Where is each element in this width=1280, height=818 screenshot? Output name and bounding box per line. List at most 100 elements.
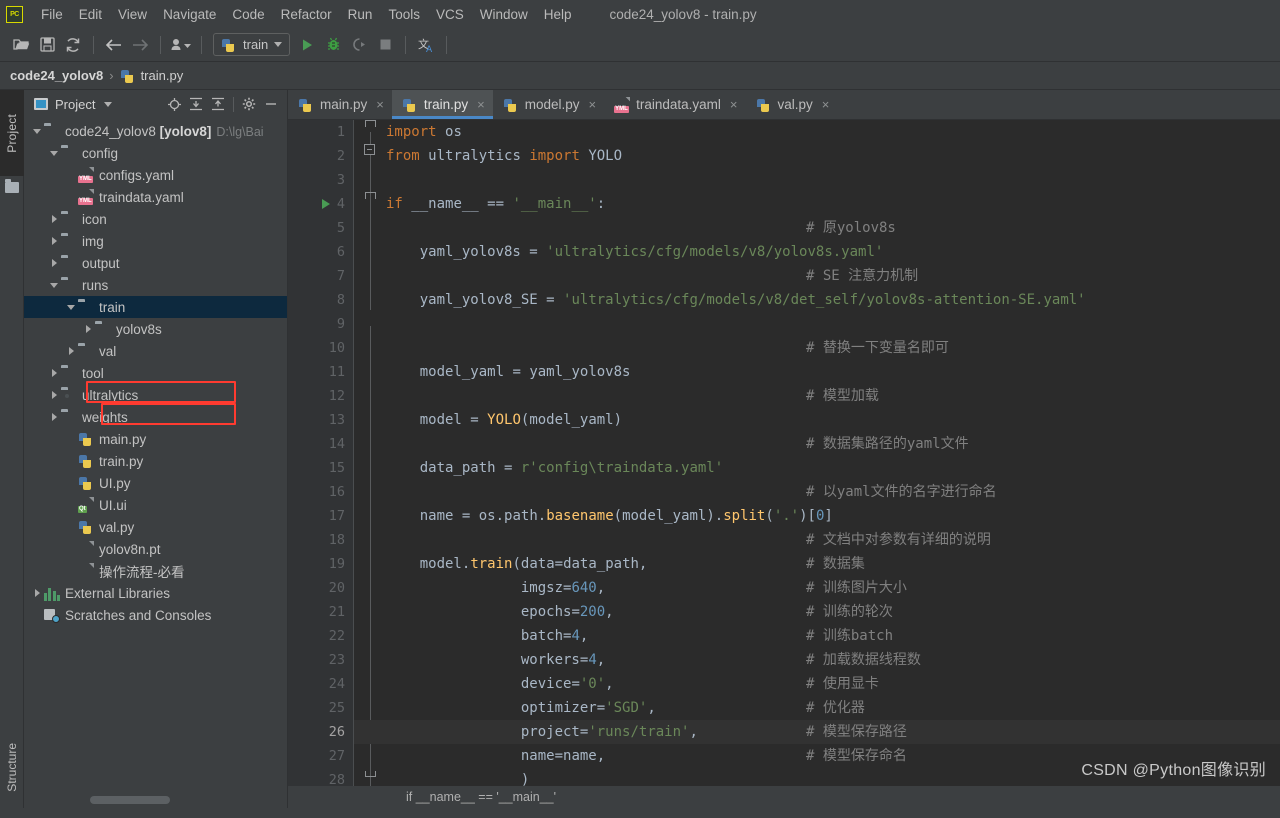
run-coverage-icon[interactable] xyxy=(346,33,372,57)
menu-item-code[interactable]: Code xyxy=(224,4,272,25)
locate-target-icon[interactable] xyxy=(164,94,184,114)
gutter-line-15[interactable]: 15 xyxy=(288,456,353,480)
close-icon[interactable]: × xyxy=(477,97,485,112)
tree-row-tool[interactable]: tool xyxy=(24,362,287,384)
menu-item-run[interactable]: Run xyxy=(340,4,381,25)
editor-gutter[interactable]: 1 2 3 4 5 6 7 8 9 10 11 12 13 14 15 16 17 18 19 20 21 22 23 24 2… xyxy=(288,120,354,786)
menu-item-file[interactable]: File xyxy=(33,4,71,25)
editor-tab-model-py[interactable]: model.py × xyxy=(493,90,604,119)
settings-gear-icon[interactable] xyxy=(239,94,259,114)
tree-twisty-collapsed[interactable] xyxy=(47,391,61,399)
tree-twisty-collapsed[interactable] xyxy=(81,325,95,333)
gutter-line-23[interactable]: 23 xyxy=(288,648,353,672)
close-icon[interactable]: × xyxy=(730,97,738,112)
code-line-2[interactable]: from ultralytics import YOLO xyxy=(354,144,1280,168)
tree-twisty-collapsed[interactable] xyxy=(47,237,61,245)
tree-twisty-collapsed[interactable] xyxy=(47,259,61,267)
stop-square-icon[interactable] xyxy=(372,33,398,57)
tree-row-val[interactable]: val xyxy=(24,340,287,362)
breadcrumb-file[interactable]: train.py xyxy=(120,68,183,84)
code-line-14[interactable]: # 数据集路径的yaml文件 xyxy=(354,432,1280,456)
tree-twisty-expanded[interactable] xyxy=(47,282,61,288)
sync-icon[interactable] xyxy=(60,33,86,57)
editor-tab-main-py[interactable]: main.py × xyxy=(288,90,392,119)
tree-twisty-expanded[interactable] xyxy=(30,128,44,134)
collapse-all-icon[interactable] xyxy=(208,94,228,114)
code-line-25[interactable]: optimizer='SGD', # 优化器 xyxy=(354,696,1280,720)
code-line-20[interactable]: imgsz=640, # 训练图片大小 xyxy=(354,576,1280,600)
hide-panel-icon[interactable] xyxy=(261,94,281,114)
project-tree[interactable]: code24_yolov8 [yolov8] D:\lg\Bai config YML… xyxy=(24,118,287,808)
open-folder-icon[interactable] xyxy=(8,33,34,57)
code-line-5[interactable]: # 原yolov8s xyxy=(354,216,1280,240)
tree-row-traindata-yaml[interactable]: YML traindata.yaml xyxy=(24,186,287,208)
menu-item-tools[interactable]: Tools xyxy=(380,4,428,25)
tree-twisty-collapsed[interactable] xyxy=(30,589,44,597)
gutter-line-11[interactable]: 11 xyxy=(288,360,353,384)
tree-twisty-expanded[interactable] xyxy=(47,150,61,156)
tree-row-yolov8n-pt[interactable]: yolov8n.pt xyxy=(24,538,287,560)
editor-tab-train-py[interactable]: train.py × xyxy=(391,90,493,119)
tree-twisty-collapsed[interactable] xyxy=(47,369,61,377)
gutter-line-19[interactable]: 19 xyxy=(288,552,353,576)
close-icon[interactable]: × xyxy=(822,97,830,112)
gutter-line-9[interactable]: 9 xyxy=(288,312,353,336)
menu-item-view[interactable]: View xyxy=(110,4,155,25)
gutter-line-25[interactable]: 25 xyxy=(288,696,353,720)
project-horizontal-scrollbar[interactable] xyxy=(90,796,170,804)
editor-tab-traindata-yaml[interactable]: YML traindata.yaml × xyxy=(604,90,745,119)
fold-marker-block[interactable] xyxy=(364,192,376,203)
code-editor[interactable]: 1 2 3 4 5 6 7 8 9 10 11 12 13 14 15 16 17 18 19 20 21 22 23 24 2… xyxy=(288,120,1280,786)
code-line-22[interactable]: batch=4, # 训练batch xyxy=(354,624,1280,648)
gutter-line-18[interactable]: 18 xyxy=(288,528,353,552)
tree-row-output[interactable]: output xyxy=(24,252,287,274)
code-line-18[interactable]: # 文档中对参数有详细的说明 xyxy=(354,528,1280,552)
fold-marker-end[interactable] xyxy=(364,768,376,777)
tree-twisty-collapsed[interactable] xyxy=(47,215,61,223)
code-line-1[interactable]: import os xyxy=(354,120,1280,144)
code-line-13[interactable]: model = YOLO(model_yaml) xyxy=(354,408,1280,432)
gutter-line-22[interactable]: 22 xyxy=(288,624,353,648)
run-configuration-selector[interactable]: train xyxy=(213,33,291,56)
code-line-15[interactable]: data_path = r'config\traindata.yaml' xyxy=(354,456,1280,480)
menu-item-refactor[interactable]: Refactor xyxy=(273,4,340,25)
save-icon[interactable] xyxy=(34,33,60,57)
gutter-line-24[interactable]: 24 xyxy=(288,672,353,696)
tree-row-icon[interactable]: icon xyxy=(24,208,287,230)
gutter-line-5[interactable]: 5 xyxy=(288,216,353,240)
debug-bug-icon[interactable] xyxy=(320,33,346,57)
gutter-line-14[interactable]: 14 xyxy=(288,432,353,456)
tree-twisty-collapsed[interactable] xyxy=(64,347,78,355)
gutter-line-28[interactable]: 28 xyxy=(288,768,353,786)
menu-item-window[interactable]: Window xyxy=(472,4,536,25)
code-line-16[interactable]: # 以yaml文件的名字进行命名 xyxy=(354,480,1280,504)
fold-marker[interactable] xyxy=(364,144,375,155)
tree-row-scratches-and-consoles[interactable]: Scratches and Consoles xyxy=(24,604,287,626)
close-icon[interactable]: × xyxy=(589,97,597,112)
gutter-line-16[interactable]: 16 xyxy=(288,480,353,504)
gutter-line-2[interactable]: 2 xyxy=(288,144,353,168)
code-line-24[interactable]: device='0', # 使用显卡 xyxy=(354,672,1280,696)
tree-row-code24-yolov8[interactable]: code24_yolov8 [yolov8] D:\lg\Bai xyxy=(24,120,287,142)
tree-row-external-libraries[interactable]: External Libraries xyxy=(24,582,287,604)
close-icon[interactable]: × xyxy=(376,97,384,112)
gutter-line-7[interactable]: 7 xyxy=(288,264,353,288)
code-line-17[interactable]: name = os.path.basename(model_yaml).spli… xyxy=(354,504,1280,528)
run-play-icon[interactable] xyxy=(294,33,320,57)
code-line-26[interactable]: project='runs/train', # 模型保存路径 xyxy=(354,720,1280,744)
code-line-10[interactable]: # 替换一下变量名即可 xyxy=(354,336,1280,360)
gutter-line-4[interactable]: 4 xyxy=(288,192,353,216)
gutter-line-20[interactable]: 20 xyxy=(288,576,353,600)
code-line-21[interactable]: epochs=200, # 训练的轮次 xyxy=(354,600,1280,624)
editor-tab-val-py[interactable]: val.py × xyxy=(746,90,838,119)
code-line-9[interactable] xyxy=(354,312,1280,336)
tree-row-train-py[interactable]: train.py xyxy=(24,450,287,472)
tree-row-configs-yaml[interactable]: YML configs.yaml xyxy=(24,164,287,186)
code-line-8[interactable]: yaml_yolov8_SE = 'ultralytics/cfg/models… xyxy=(354,288,1280,312)
gutter-line-12[interactable]: 12 xyxy=(288,384,353,408)
tree-row-ultralytics[interactable]: ultralytics xyxy=(24,384,287,406)
gutter-line-27[interactable]: 27 xyxy=(288,744,353,768)
tree-row-train[interactable]: train xyxy=(24,296,287,318)
gutter-line-8[interactable]: 8 xyxy=(288,288,353,312)
code-line-12[interactable]: # 模型加载 xyxy=(354,384,1280,408)
